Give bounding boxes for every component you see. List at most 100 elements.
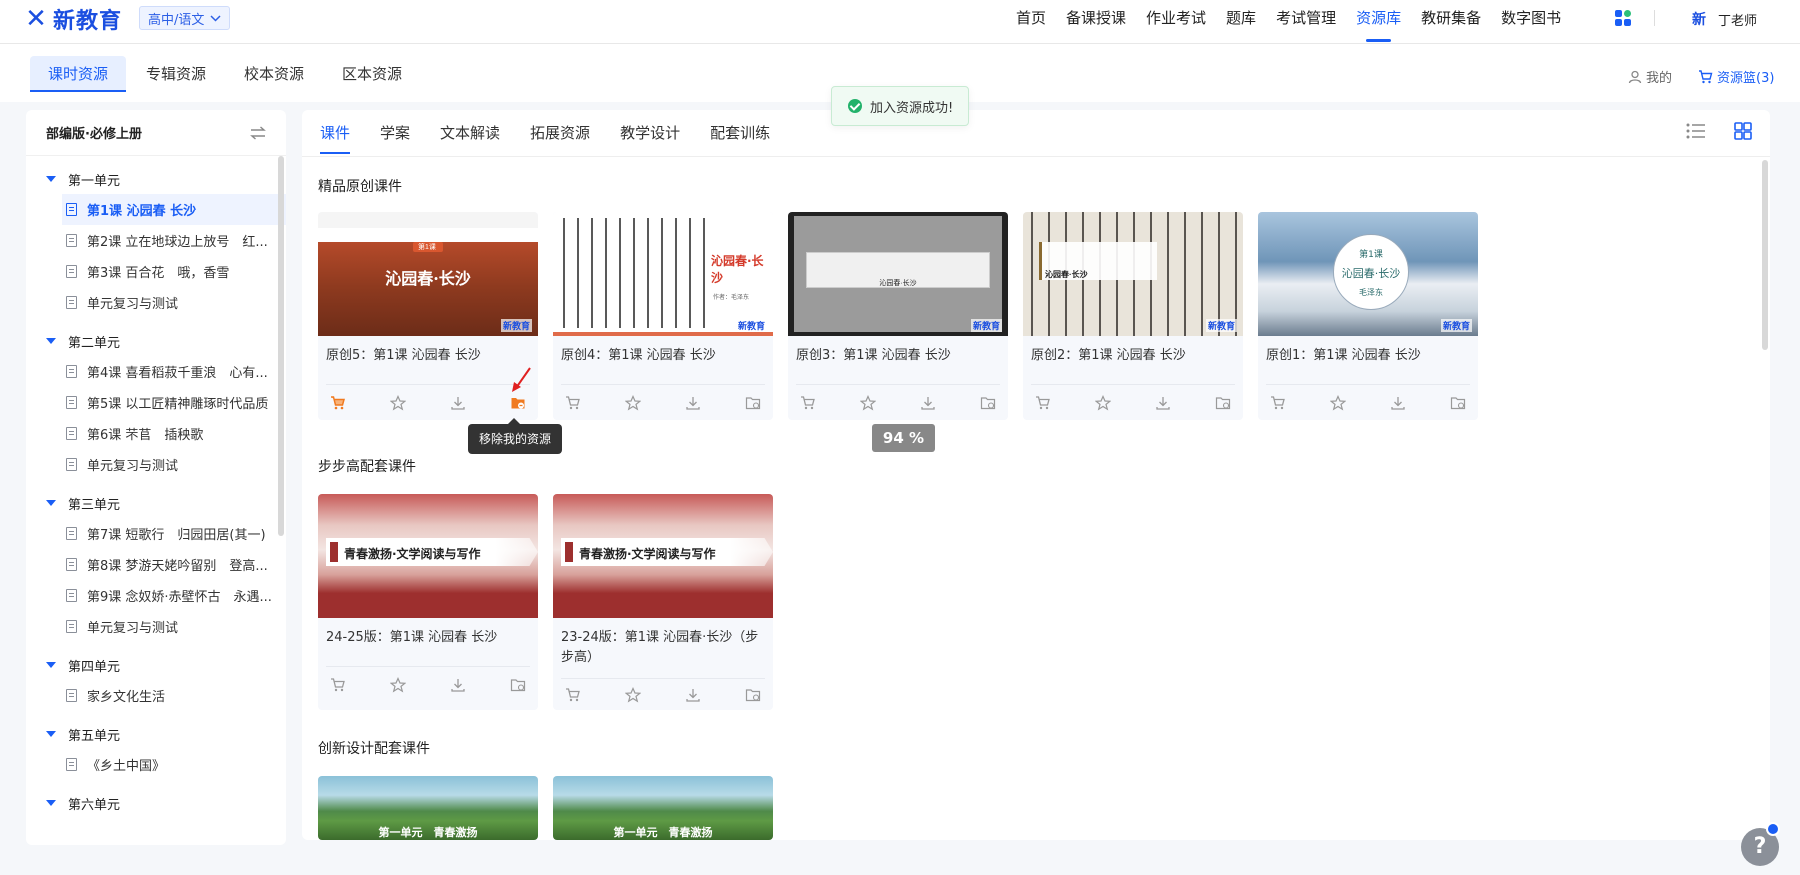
card-thumbnail[interactable]: 青春激扬·文学阅读与写作 bbox=[318, 494, 538, 618]
lesson-item[interactable]: 单元复习与测试 bbox=[26, 287, 286, 318]
toast-message: 加入资源成功! bbox=[870, 100, 954, 116]
download-icon[interactable] bbox=[1155, 395, 1171, 411]
tab-study-plan[interactable]: 学案 bbox=[380, 110, 410, 156]
star-icon[interactable] bbox=[1095, 394, 1111, 411]
lesson-item[interactable]: 单元复习与测试 bbox=[26, 611, 286, 642]
lesson-item[interactable]: 第2课 立在地球边上放号 红... bbox=[26, 225, 286, 256]
folder-add-icon[interactable] bbox=[745, 395, 761, 411]
folder-add-icon[interactable] bbox=[745, 687, 761, 703]
resource-basket-link[interactable]: 资源篮(3) bbox=[1698, 67, 1774, 86]
user-menu[interactable]: 新 丁老师 bbox=[1686, 6, 1757, 32]
lesson-item[interactable]: 《乡土中国》 bbox=[26, 749, 286, 780]
lesson-item[interactable]: 第6课 芣苢 插秧歌 bbox=[26, 418, 286, 449]
tab-practice[interactable]: 配套训练 bbox=[710, 110, 770, 156]
tab-courseware[interactable]: 课件 bbox=[320, 110, 351, 156]
cart-icon[interactable] bbox=[1035, 395, 1051, 411]
card-thumbnail[interactable]: 第一单元 青春激扬 bbox=[553, 776, 773, 840]
star-icon[interactable] bbox=[625, 394, 641, 411]
courseware-card[interactable]: 沁园春·长沙 新教育 原创3：第1课 沁园春 长沙 bbox=[788, 212, 1008, 420]
cart-icon[interactable] bbox=[330, 395, 346, 411]
courseware-card[interactable]: 第1课 沁园春·长沙 新教育 原创5：第1课 沁园春 长沙 bbox=[318, 212, 538, 420]
tab-lesson-resources[interactable]: 课时资源 bbox=[30, 56, 127, 92]
courseware-card[interactable]: 沁园春·长沙 新教育 原创2：第1课 沁园春 长沙 bbox=[1023, 212, 1243, 420]
nav-question-bank[interactable]: 题库 bbox=[1226, 0, 1256, 44]
courseware-card[interactable]: 第1课 沁园春·长沙 毛泽东 新教育 原创1：第1课 沁园春 长沙 bbox=[1258, 212, 1478, 420]
unit-1[interactable]: 第一单元 bbox=[26, 164, 286, 194]
star-icon[interactable] bbox=[860, 394, 876, 411]
card-thumbnail[interactable]: 沁园春·长沙 新教育 bbox=[1023, 212, 1243, 336]
card-thumbnail[interactable]: 第1课 沁园春·长沙 新教育 bbox=[318, 212, 538, 336]
courseware-card[interactable]: 第一单元 青春激扬 bbox=[553, 776, 773, 840]
stage-subject-select[interactable]: 高中/语文 bbox=[139, 6, 231, 30]
star-icon[interactable] bbox=[390, 676, 406, 693]
download-icon[interactable] bbox=[450, 677, 466, 693]
star-icon[interactable] bbox=[390, 394, 406, 411]
apps-grid-icon[interactable] bbox=[1614, 9, 1632, 27]
tab-album-resources[interactable]: 专辑资源 bbox=[128, 56, 224, 92]
card-thumbnail[interactable]: 青春激扬·文学阅读与写作 bbox=[553, 494, 773, 618]
lesson-item-active[interactable]: 第1课 沁园春 长沙 bbox=[62, 194, 286, 225]
cart-icon[interactable] bbox=[800, 395, 816, 411]
download-icon[interactable] bbox=[685, 687, 701, 703]
lesson-item[interactable]: 家乡文化生活 bbox=[26, 680, 286, 711]
lesson-item[interactable]: 单元复习与测试 bbox=[26, 449, 286, 480]
courseware-card[interactable]: 第一单元 青春激扬 bbox=[318, 776, 538, 840]
cart-icon[interactable] bbox=[1270, 395, 1286, 411]
cart-icon[interactable] bbox=[565, 687, 581, 703]
nav-digital-books[interactable]: 数字图书 bbox=[1501, 0, 1561, 44]
tab-extended-resources[interactable]: 拓展资源 bbox=[530, 110, 590, 156]
lesson-item[interactable]: 第8课 梦游天姥吟留别 登高... bbox=[26, 549, 286, 580]
thumb-title: 第一单元 青春激扬 bbox=[378, 826, 478, 839]
card-thumbnail[interactable]: 第一单元 青春激扬 bbox=[318, 776, 538, 840]
download-icon[interactable] bbox=[450, 395, 466, 411]
cart-icon[interactable] bbox=[330, 677, 346, 693]
sidebar-scrollbar[interactable] bbox=[278, 156, 284, 536]
nav-exam-management[interactable]: 考试管理 bbox=[1276, 0, 1336, 44]
nav-resource-library[interactable]: 资源库 bbox=[1356, 0, 1401, 44]
card-thumbnail[interactable]: 沁园春·长沙 作者：毛泽东 新教育 bbox=[553, 212, 773, 336]
star-icon[interactable] bbox=[625, 686, 641, 703]
folder-add-icon[interactable] bbox=[1450, 395, 1466, 411]
star-icon[interactable] bbox=[1330, 394, 1346, 411]
nav-teaching-research[interactable]: 教研集备 bbox=[1421, 0, 1481, 44]
card-thumbnail[interactable]: 第1课 沁园春·长沙 毛泽东 新教育 bbox=[1258, 212, 1478, 336]
grid-view-icon[interactable] bbox=[1734, 122, 1752, 140]
lesson-item[interactable]: 第9课 念奴娇·赤壁怀古 永遇... bbox=[26, 580, 286, 611]
download-icon[interactable] bbox=[1390, 395, 1406, 411]
download-icon[interactable] bbox=[685, 395, 701, 411]
lesson-label: 第6课 芣苢 插秧歌 bbox=[87, 428, 204, 443]
user-name: 丁老师 bbox=[1718, 13, 1758, 29]
content-scrollbar[interactable] bbox=[1762, 160, 1768, 350]
cart-icon[interactable] bbox=[565, 395, 581, 411]
list-view-icon[interactable] bbox=[1686, 122, 1706, 140]
folder-remove-icon[interactable] bbox=[510, 395, 526, 411]
tab-school-resources[interactable]: 校本资源 bbox=[226, 56, 322, 92]
tab-text-analysis[interactable]: 文本解读 bbox=[440, 110, 500, 156]
view-switcher bbox=[1686, 122, 1752, 140]
logo[interactable]: ✕ 新教育 bbox=[22, 3, 122, 35]
tab-district-resources[interactable]: 区本资源 bbox=[324, 56, 420, 92]
folder-add-icon[interactable] bbox=[510, 677, 526, 693]
download-icon[interactable] bbox=[920, 395, 936, 411]
my-resources-link[interactable]: 我的 bbox=[1628, 67, 1672, 86]
unit-6[interactable]: 第六单元 bbox=[26, 788, 286, 818]
nav-homework-exam[interactable]: 作业考试 bbox=[1146, 0, 1206, 44]
lesson-item[interactable]: 第5课 以工匠精神雕琢时代品质 bbox=[26, 387, 286, 418]
nav-home[interactable]: 首页 bbox=[1016, 0, 1046, 44]
lesson-item[interactable]: 第3课 百合花 哦，香雪 bbox=[26, 256, 286, 287]
folder-add-icon[interactable] bbox=[980, 395, 996, 411]
unit-2[interactable]: 第二单元 bbox=[26, 326, 286, 356]
courseware-card[interactable]: 青春激扬·文学阅读与写作 24-25版：第1课 沁园春 长沙 bbox=[318, 494, 538, 710]
lesson-item[interactable]: 第4课 喜看稻菽千重浪 心有... bbox=[26, 356, 286, 387]
tab-teaching-design[interactable]: 教学设计 bbox=[620, 110, 680, 156]
unit-3[interactable]: 第三单元 bbox=[26, 488, 286, 518]
card-thumbnail[interactable]: 沁园春·长沙 新教育 bbox=[788, 212, 1008, 336]
switch-textbook-icon[interactable] bbox=[250, 125, 266, 140]
unit-5[interactable]: 第五单元 bbox=[26, 719, 286, 749]
courseware-card[interactable]: 青春激扬·文学阅读与写作 23-24版：第1课 沁园春·长沙（步步高） bbox=[553, 494, 773, 710]
unit-4[interactable]: 第四单元 bbox=[26, 650, 286, 680]
courseware-card[interactable]: 沁园春·长沙 作者：毛泽东 新教育 原创4：第1课 沁园春 长沙 bbox=[553, 212, 773, 420]
lesson-item[interactable]: 第7课 短歌行 归园田居(其一) bbox=[26, 518, 286, 549]
nav-lesson-prep[interactable]: 备课授课 bbox=[1066, 0, 1126, 44]
folder-add-icon[interactable] bbox=[1215, 395, 1231, 411]
